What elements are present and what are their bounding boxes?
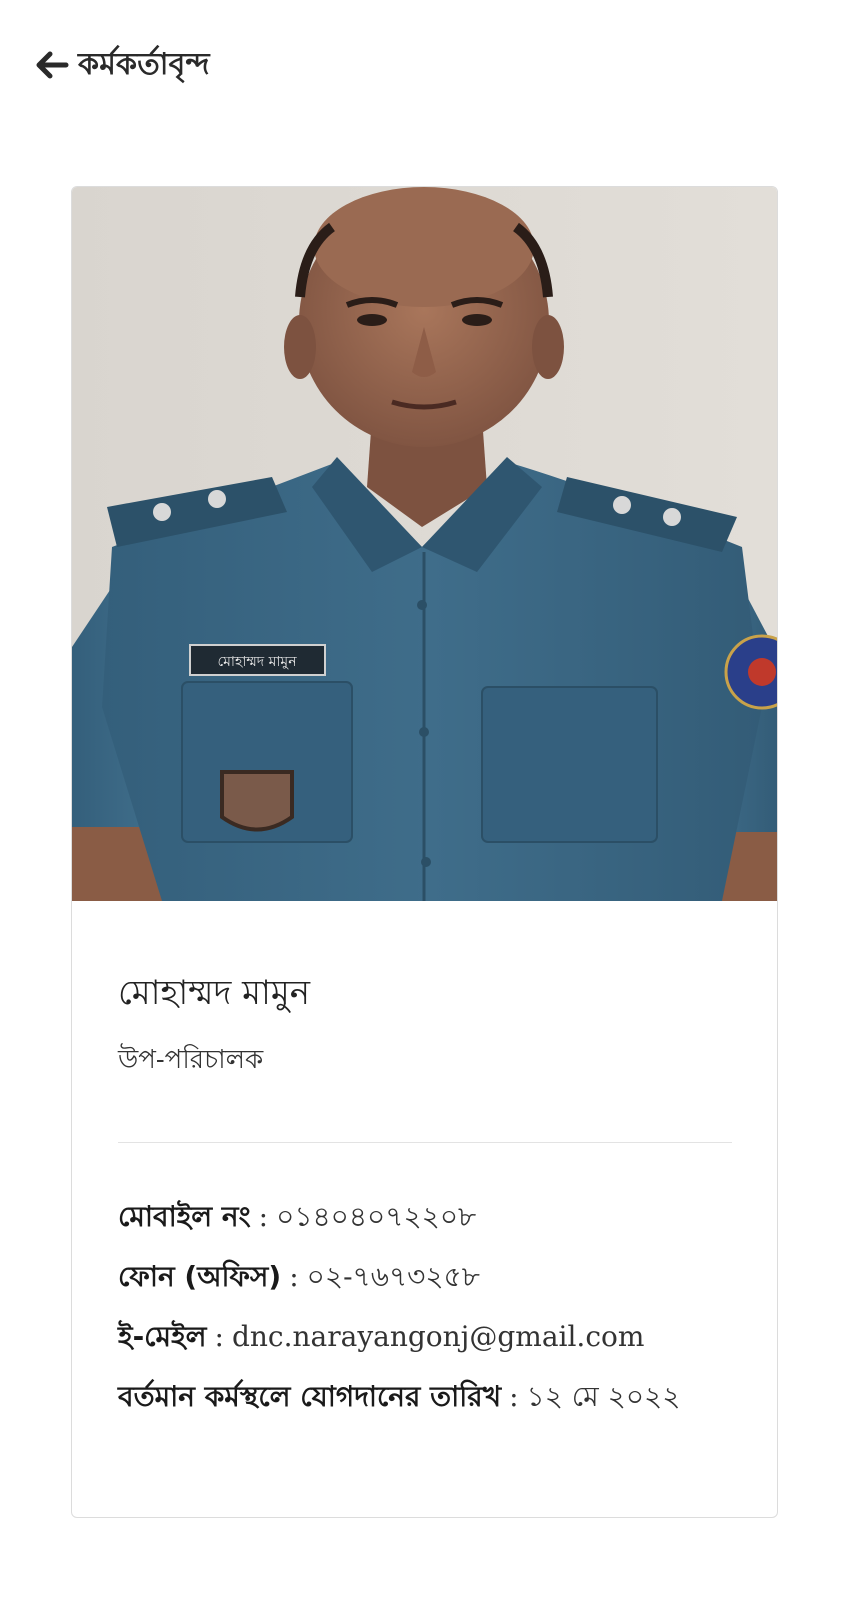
officer-card: মোহাম্মদ মামুন মোহাম্মদ মামুন উপ-পরিচালক… — [71, 186, 778, 1518]
separator: : — [289, 1260, 299, 1293]
email-label: ই-মেইল — [118, 1320, 207, 1353]
contact-details: মোবাইল নং:০১৪০৪০৭২২০৮ ফোন (অফিস):০২-৭৬৭৩… — [118, 1187, 738, 1427]
phone-row: ফোন (অফিস):০২-৭৬৭৩২৫৮ — [118, 1247, 738, 1307]
separator: : — [214, 1320, 224, 1353]
phone-label: ফোন (অফিস) — [118, 1260, 282, 1293]
joining-date-value: ১২ মে ২০২২ — [526, 1380, 681, 1413]
divider — [118, 1142, 732, 1143]
separator: : — [509, 1380, 519, 1413]
name-tag-text: মোহাম্মদ মামুন — [217, 654, 297, 670]
email-value[interactable]: dnc.narayangonj@gmail.com — [232, 1320, 644, 1353]
officer-photo: মোহাম্মদ মামুন — [72, 187, 777, 901]
officer-name: মোহাম্মদ মামুন — [118, 973, 311, 1013]
mobile-value[interactable]: ০১৪০৪০৭২২০৮ — [276, 1200, 476, 1233]
mobile-row: মোবাইল নং:০১৪০৪০৭২২০৮ — [118, 1187, 738, 1247]
top-bar: কর্মকর্তাবৃন্দ — [34, 40, 210, 90]
officer-designation: উপ-পরিচালক — [118, 1045, 264, 1075]
back-arrow-icon[interactable] — [34, 50, 70, 80]
page-title[interactable]: কর্মকর্তাবৃন্দ — [78, 40, 210, 91]
joining-date-label: বর্তমান কর্মস্থলে যোগদানের তারিখ — [118, 1380, 502, 1413]
separator: : — [258, 1200, 269, 1233]
email-row: ই-মেইল: dnc.narayangonj@gmail.com — [118, 1307, 738, 1367]
joining-date-row: বর্তমান কর্মস্থলে যোগদানের তারিখ:১২ মে ২… — [118, 1367, 738, 1427]
mobile-label: মোবাইল নং — [118, 1200, 251, 1233]
phone-value[interactable]: ০২-৭৬৭৩২৫৮ — [307, 1260, 480, 1293]
